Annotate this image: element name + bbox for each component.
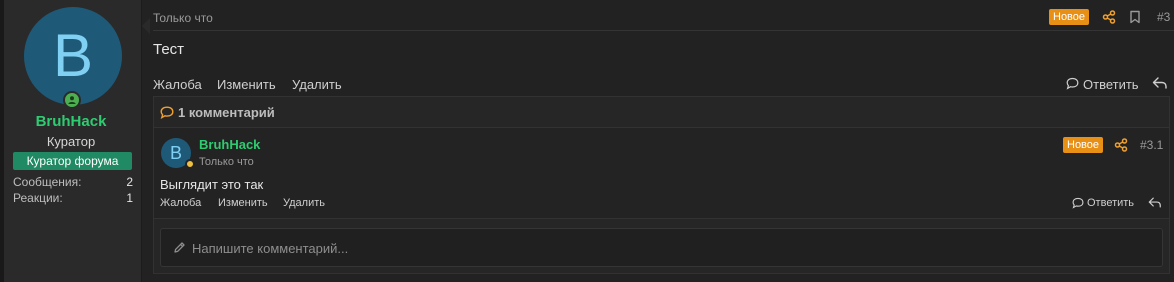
post-number[interactable]: #3: [1157, 10, 1170, 24]
stat-value: 2: [126, 175, 133, 189]
new-badge: Новое: [1049, 9, 1090, 25]
online-status-icon: [63, 91, 81, 109]
user-info-panel: B BruhHack Куратор Куратор форума Сообще…: [4, 0, 142, 282]
comments-icon: [160, 106, 174, 119]
comment-input[interactable]: Напишите комментарий...: [160, 228, 1163, 267]
post-body: Тест: [153, 41, 185, 58]
reply-link[interactable]: Ответить: [1083, 77, 1139, 92]
stat-reactions: Реакции: 1: [13, 191, 133, 205]
edit-link[interactable]: Изменить: [217, 77, 276, 92]
comment-input-placeholder: Напишите комментарий...: [192, 241, 349, 256]
comments-section: 1 комментарий B BruhHack Только что Ново…: [153, 96, 1170, 274]
post-time[interactable]: Только что: [153, 11, 213, 25]
comment-report-link[interactable]: Жалоба: [160, 197, 201, 209]
quote-reply-icon[interactable]: [1152, 76, 1168, 90]
comment-time[interactable]: Только что: [199, 156, 254, 168]
stat-value: 1: [126, 191, 133, 205]
quote-reply-icon[interactable]: [1148, 196, 1162, 209]
username[interactable]: BruhHack: [4, 113, 138, 130]
stat-label: Реакции:: [13, 191, 63, 205]
bookmark-icon[interactable]: [1129, 10, 1141, 24]
stat-label: Сообщения:: [13, 175, 82, 189]
comment-number[interactable]: #3.1: [1140, 138, 1163, 152]
comment-delete-link[interactable]: Удалить: [283, 197, 325, 209]
comment-edit-link[interactable]: Изменить: [218, 197, 268, 209]
delete-link[interactable]: Удалить: [292, 77, 342, 92]
comment-body: Выглядит это так: [160, 177, 264, 192]
comment-bubble-icon[interactable]: [1066, 77, 1079, 90]
comment-reply-link[interactable]: Ответить: [1087, 197, 1134, 209]
pencil-icon: [174, 242, 185, 253]
user-banner: Куратор форума: [13, 152, 132, 170]
post-header-divider: [153, 30, 1174, 31]
share-icon[interactable]: [1114, 138, 1128, 152]
user-title: Куратор: [46, 134, 96, 149]
comments-count: 1 комментарий: [178, 105, 275, 120]
share-icon[interactable]: [1102, 10, 1116, 24]
comment-item: B BruhHack Только что Новое #3.1 Выгляди…: [154, 127, 1169, 219]
comment-author[interactable]: BruhHack: [199, 137, 260, 152]
report-link[interactable]: Жалоба: [153, 77, 202, 92]
avatar-letter: B: [52, 22, 94, 89]
comment-bubble-icon[interactable]: [1072, 197, 1084, 209]
stat-messages: Сообщения: 2: [13, 175, 133, 189]
away-status-icon: [185, 159, 195, 169]
avatar-letter: B: [169, 142, 182, 163]
comments-header[interactable]: 1 комментарий: [160, 105, 275, 120]
post-main: Только что Новое #3 Тест Жалоба Изменить…: [142, 0, 1174, 282]
comment-new-badge: Новое: [1063, 137, 1104, 153]
